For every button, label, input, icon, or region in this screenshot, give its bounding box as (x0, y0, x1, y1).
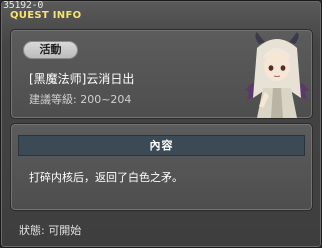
quest-status: 狀態: 可開始 (19, 224, 82, 237)
window-title: QUEST INFO (10, 10, 82, 21)
quest-content-panel: 內容 打碎内核后，返回了白色之矛。 (10, 123, 313, 211)
quest-summary-panel: 活動 [黑魔法师]云消日出 建議等級: 200~204 (10, 29, 313, 119)
quest-category-tag: 活動 (23, 41, 78, 59)
content-text: 打碎内核后，返回了白色之矛。 (29, 171, 183, 184)
quest-info-window: 35192-0 QUEST INFO 活動 [黑魔法师]云消日出 建議等級: 2… (0, 0, 322, 248)
recommended-level: 建議等級: 200~204 (29, 93, 132, 106)
quest-name: [黑魔法师]云消日出 (29, 72, 135, 86)
npc-portrait (245, 32, 309, 118)
content-header: 內容 (18, 135, 305, 156)
